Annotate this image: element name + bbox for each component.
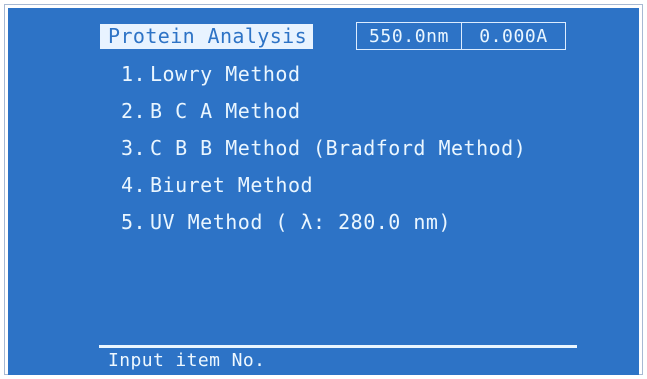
menu-item-cbb-method[interactable]: 3. C B B Method (Bradford Method) — [121, 130, 526, 167]
input-prompt: Input item No. — [108, 350, 266, 371]
input-separator — [99, 345, 577, 348]
page-title: Protein Analysis — [100, 24, 313, 49]
measurement-status: 550.0nm 0.000A — [356, 22, 566, 50]
menu-item-bca-method[interactable]: 2. B C A Method — [121, 93, 526, 130]
menu-item-number: 3. — [121, 136, 147, 160]
instrument-screen: Protein Analysis 550.0nm 0.000A 1. Lowry … — [8, 8, 639, 375]
menu-item-label: C B B Method (Bradford Method) — [150, 136, 527, 160]
menu-item-number: 4. — [121, 173, 147, 197]
method-menu: 1. Lowry Method 2. B C A Method 3. C B B Me… — [121, 56, 526, 241]
menu-item-label: Lowry Method — [150, 62, 301, 86]
menu-item-number: 2. — [121, 99, 147, 123]
menu-item-number: 5. — [121, 210, 147, 234]
menu-item-lowry-method[interactable]: 1. Lowry Method — [121, 56, 526, 93]
menu-item-uv-method[interactable]: 5. UV Method ( λ: 280.0 nm) — [121, 204, 526, 241]
menu-item-number: 1. — [121, 62, 147, 86]
menu-item-label: Biuret Method — [150, 173, 314, 197]
wavelength-readout: 550.0nm — [357, 23, 462, 49]
menu-item-label: UV Method ( λ: 280.0 nm) — [150, 210, 451, 234]
absorbance-readout: 0.000A — [479, 25, 548, 47]
menu-item-label: B C A Method — [150, 99, 301, 123]
menu-item-biuret-method[interactable]: 4. Biuret Method — [121, 167, 526, 204]
